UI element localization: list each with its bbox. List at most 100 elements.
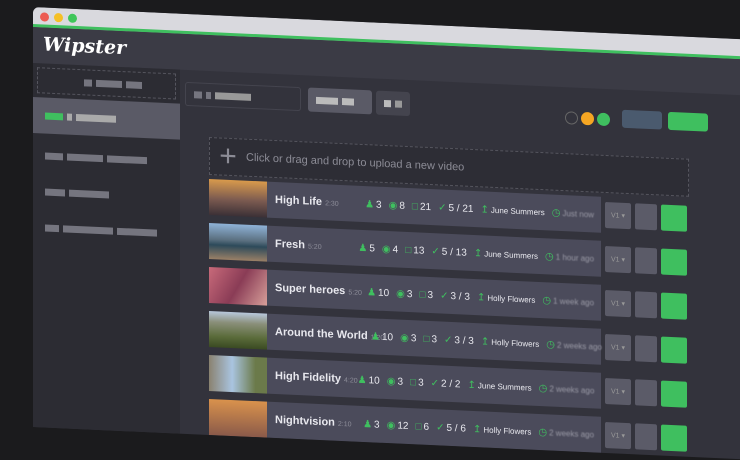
video-title[interactable]: High Fidelity: [275, 370, 341, 385]
upload-button[interactable]: [668, 111, 708, 132]
approved-count: 2 / 2: [441, 378, 461, 390]
approve-button[interactable]: [661, 292, 687, 320]
video-title[interactable]: High Life: [275, 194, 322, 208]
check-icon: ✓: [444, 334, 453, 346]
check-icon: ✓: [436, 421, 445, 434]
uploader-name: Holly Flowers: [483, 424, 532, 437]
clock-icon: ◷: [545, 250, 554, 263]
upload-hint: Click or drag and drop to upload a new v…: [246, 151, 465, 174]
more-button[interactable]: [635, 423, 657, 451]
upload-icon: ↥: [473, 247, 483, 259]
version-dropdown[interactable]: V1 ▾: [605, 201, 631, 230]
reviewer-count: 3: [374, 418, 380, 431]
upload-icon: ↥: [480, 203, 489, 216]
eye-icon: ◉: [386, 375, 396, 387]
approve-button[interactable]: [661, 424, 687, 452]
sidebar-item[interactable]: [33, 209, 180, 252]
video-title[interactable]: Nightvision: [275, 414, 335, 429]
approved-count: 5 / 6: [446, 422, 466, 435]
avatar[interactable]: [581, 111, 594, 126]
approve-button[interactable]: [661, 248, 687, 276]
video-duration: 2:30: [325, 200, 339, 208]
app-window: Wipster + Click or drag and drop to uplo…: [33, 7, 740, 460]
video-info: Super heroes 5:20 ♟ 10 ◉ 3 □ 3 ✓ 3 / 3 ↥ Holly…: [267, 269, 601, 321]
add-collaborator-icon[interactable]: [565, 111, 578, 125]
comment-count: 3: [418, 376, 424, 389]
reviewer-icon: ♟: [371, 330, 380, 343]
approve-button[interactable]: [661, 204, 687, 232]
version-dropdown[interactable]: V1 ▾: [605, 245, 631, 274]
filter-tabs[interactable]: [185, 81, 301, 112]
reviewer-icon: ♟: [358, 242, 368, 254]
sort-button[interactable]: [308, 87, 372, 115]
video-thumbnail[interactable]: [209, 266, 267, 306]
video-thumbnail[interactable]: [209, 398, 267, 438]
video-thumbnail[interactable]: [209, 222, 267, 262]
more-button[interactable]: [635, 379, 657, 407]
video-title[interactable]: Fresh: [275, 238, 305, 251]
eye-icon: ◉: [381, 243, 391, 255]
comment-icon: □: [410, 376, 417, 388]
sidebar-item-active[interactable]: [33, 97, 180, 140]
approved-count: 5 / 21: [448, 202, 474, 215]
more-button[interactable]: [635, 247, 657, 275]
version-dropdown[interactable]: V1 ▾: [605, 289, 631, 318]
uploaded-time: 1 week ago: [553, 296, 594, 307]
clock-icon: ◷: [542, 294, 552, 307]
view-count: 12: [397, 420, 409, 432]
reviewer-icon: ♟: [357, 374, 367, 386]
approved-count: 3 / 3: [450, 290, 470, 303]
view-count: 3: [406, 288, 413, 300]
avatar[interactable]: [597, 112, 610, 127]
video-title[interactable]: Around the World: [275, 326, 368, 342]
comment-count: 21: [419, 201, 432, 213]
maximize-window-button[interactable]: [68, 13, 77, 23]
video-duration: 5:20: [348, 289, 362, 297]
uploader-name: June Summers: [484, 248, 538, 261]
share-button[interactable]: [622, 109, 662, 130]
video-thumbnail[interactable]: [209, 354, 267, 394]
uploaded-time: 1 hour ago: [555, 252, 594, 263]
view-toggle[interactable]: [376, 90, 410, 117]
sidebar-new-project[interactable]: [37, 67, 176, 100]
approve-button[interactable]: [661, 336, 687, 364]
view-count: 3: [397, 376, 404, 388]
view-count: 3: [410, 332, 417, 344]
version-dropdown[interactable]: V1 ▾: [605, 377, 631, 406]
video-info: Around the World 1:20 ♟ 10 ◉ 3 □ 3 ✓ 3 / 3 ↥ H…: [267, 313, 602, 365]
uploaded-time: 2 weeks ago: [549, 383, 595, 395]
close-window-button[interactable]: [40, 12, 49, 22]
version-dropdown[interactable]: V1 ▾: [605, 333, 631, 362]
clock-icon: ◷: [546, 338, 555, 351]
more-button[interactable]: [635, 335, 657, 363]
eye-icon: ◉: [388, 199, 398, 212]
upload-icon: ↥: [480, 335, 490, 348]
uploader-name: June Summers: [477, 380, 532, 393]
reviewer-icon: ♟: [367, 286, 377, 299]
clock-icon: ◷: [551, 207, 561, 219]
video-info: High Fidelity 4:20 ♟ 10 ◉ 3 □ 3 ✓ 2 / 2 ↥ June…: [267, 357, 601, 409]
clock-icon: ◷: [538, 382, 548, 394]
minimize-window-button[interactable]: [54, 12, 63, 23]
comment-count: 6: [423, 421, 430, 433]
uploader-name: Holly Flowers: [491, 337, 540, 349]
approved-count: 3 / 3: [454, 334, 474, 347]
plus-icon: +: [219, 139, 237, 174]
video-thumbnail[interactable]: [209, 310, 267, 350]
more-button[interactable]: [635, 203, 657, 231]
version-dropdown[interactable]: V1 ▾: [605, 421, 631, 450]
approve-button[interactable]: [661, 380, 687, 408]
comment-count: 3: [427, 289, 434, 301]
video-duration: 5:20: [307, 243, 322, 252]
reviewer-count: 5: [369, 242, 375, 255]
comment-count: 3: [431, 333, 437, 345]
check-icon: ✓: [438, 201, 447, 214]
video-title[interactable]: Super heroes: [275, 282, 345, 297]
eye-icon: ◉: [386, 419, 396, 431]
uploaded-time: 2 weeks ago: [549, 427, 594, 439]
more-button[interactable]: [635, 291, 657, 319]
comment-icon: □: [419, 289, 426, 301]
video-thumbnail[interactable]: [209, 178, 267, 218]
video-info: Fresh 5:20 ♟ 5 ◉ 4 □ 13 ✓ 5 / 13 ↥ June Summer…: [267, 225, 601, 277]
uploaded-time: Just now: [562, 208, 594, 219]
